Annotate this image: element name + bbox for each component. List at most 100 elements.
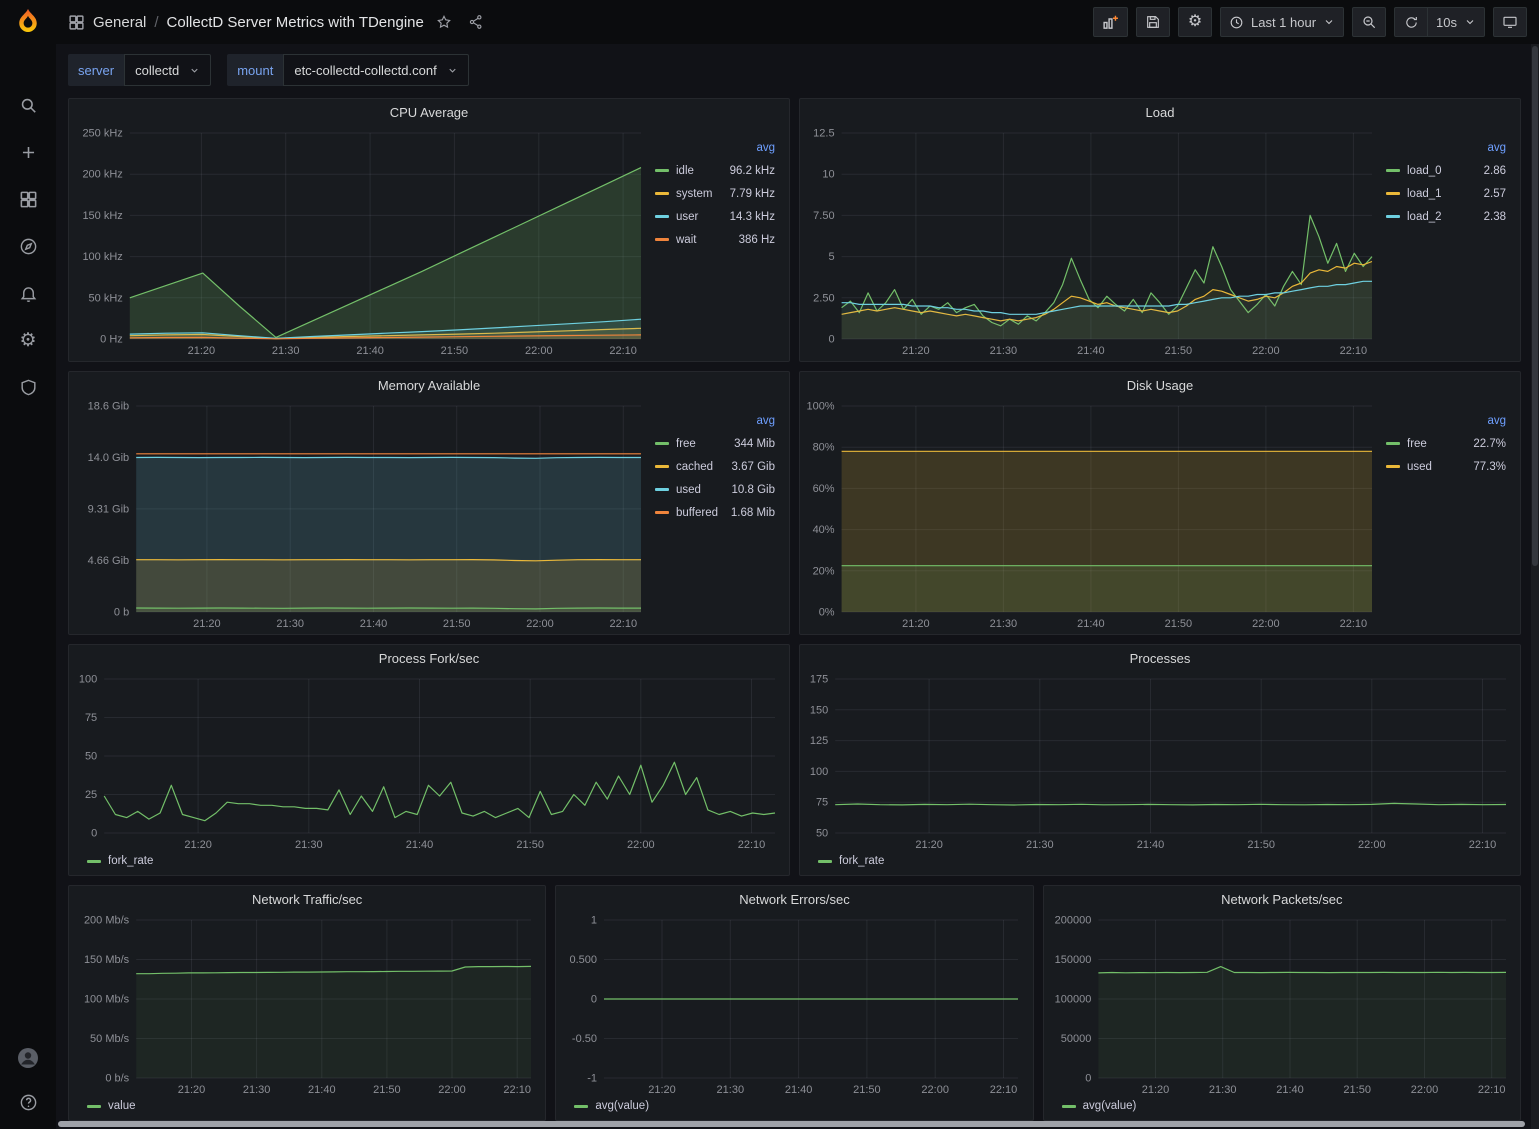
- series-name[interactable]: avg(value): [1083, 1100, 1137, 1112]
- series-name[interactable]: cached: [676, 461, 713, 473]
- series-name[interactable]: load_1: [1407, 188, 1442, 200]
- panel-title[interactable]: Load: [800, 99, 1520, 125]
- svg-text:40%: 40%: [813, 524, 835, 536]
- refresh-interval-dropdown[interactable]: 10s: [1428, 7, 1485, 37]
- svg-text:100000: 100000: [1054, 994, 1091, 1006]
- series-swatch: [818, 860, 832, 863]
- svg-text:21:20: 21:20: [178, 1084, 206, 1096]
- svg-text:21:30: 21:30: [717, 1084, 745, 1096]
- panel-title[interactable]: Network Traffic/sec: [69, 886, 545, 912]
- star-button[interactable]: [432, 10, 456, 34]
- user-avatar[interactable]: [12, 1045, 44, 1071]
- series-name[interactable]: user: [676, 211, 698, 223]
- chart-network-traffic[interactable]: 0 b/s50 Mb/s100 Mb/s150 Mb/s200 Mb/s21:2…: [73, 912, 537, 1098]
- legend-avg-header[interactable]: avg: [655, 137, 775, 159]
- panel-title[interactable]: Process Fork/sec: [69, 645, 789, 671]
- chart-network-packets[interactable]: 05000010000015000020000021:2021:3021:402…: [1048, 912, 1512, 1098]
- series-name[interactable]: load_0: [1407, 165, 1442, 177]
- svg-text:50: 50: [85, 751, 97, 763]
- refresh-button[interactable]: [1394, 7, 1428, 37]
- series-name[interactable]: load_2: [1407, 211, 1442, 223]
- svg-text:14.0 Gib: 14.0 Gib: [88, 452, 130, 464]
- panel-cpu-average: CPU Average 0 Hz50 kHz100 kHz150 kHz200 …: [68, 98, 790, 362]
- variable-value-mount[interactable]: etc-collectd-collectd.conf: [283, 54, 468, 86]
- sidebar-item-search[interactable]: [12, 92, 44, 118]
- panel-title[interactable]: CPU Average: [69, 99, 789, 125]
- panel-legend: avg free22.7% used77.3%: [1378, 398, 1512, 632]
- series-name[interactable]: idle: [676, 165, 694, 177]
- panel-process-fork: Process Fork/sec 025507510021:2021:3021:…: [68, 644, 790, 876]
- svg-text:22:00: 22:00: [1410, 1084, 1438, 1096]
- series-name[interactable]: fork_rate: [108, 855, 153, 867]
- sidebar-item-configuration[interactable]: ⚙: [12, 327, 44, 353]
- time-range-picker[interactable]: Last 1 hour: [1220, 7, 1344, 37]
- zoom-out-button[interactable]: [1352, 7, 1386, 37]
- series-name[interactable]: free: [676, 438, 696, 450]
- series-avg-value: 77.3%: [1473, 461, 1506, 473]
- variable-value-server[interactable]: collectd: [124, 54, 211, 86]
- svg-text:200 Mb/s: 200 Mb/s: [84, 915, 130, 927]
- svg-text:22:10: 22:10: [1469, 839, 1497, 851]
- panel-legend: value: [73, 1098, 537, 1118]
- cycle-view-button[interactable]: [1493, 7, 1527, 37]
- svg-text:21:50: 21:50: [1165, 618, 1193, 630]
- svg-text:21:40: 21:40: [1077, 618, 1105, 630]
- legend-item: free344 Mib: [655, 432, 775, 455]
- breadcrumb-folder[interactable]: General: [93, 14, 146, 31]
- chart-load[interactable]: 02.5057.501012.521:2021:3021:4021:5022:0…: [804, 125, 1378, 359]
- series-name[interactable]: wait: [676, 234, 696, 246]
- sidebar-item-server-admin[interactable]: [12, 374, 44, 400]
- series-name[interactable]: system: [676, 188, 712, 200]
- panel-title[interactable]: Disk Usage: [800, 372, 1520, 398]
- sidebar-item-create[interactable]: [12, 139, 44, 165]
- sidebar-item-alerting[interactable]: [12, 280, 44, 306]
- series-name[interactable]: buffered: [676, 507, 718, 519]
- svg-text:22:00: 22:00: [526, 618, 554, 630]
- save-dashboard-button[interactable]: [1136, 7, 1170, 37]
- panel-title[interactable]: Memory Available: [69, 372, 789, 398]
- svg-text:5: 5: [828, 251, 834, 263]
- series-name[interactable]: value: [108, 1100, 136, 1112]
- legend-item: used10.8 Gib: [655, 478, 775, 501]
- series-name[interactable]: free: [1407, 438, 1427, 450]
- sidebar-item-explore[interactable]: [12, 233, 44, 259]
- series-avg-value: 7.79 kHz: [730, 188, 775, 200]
- gear-icon: ⚙: [1188, 14, 1202, 30]
- panel-title[interactable]: Network Packets/sec: [1044, 886, 1520, 912]
- series-name[interactable]: used: [676, 484, 701, 496]
- series-swatch: [1062, 1105, 1076, 1108]
- svg-text:21:50: 21:50: [1165, 345, 1193, 357]
- series-swatch: [655, 215, 669, 218]
- series-name[interactable]: avg(value): [595, 1100, 649, 1112]
- add-panel-button[interactable]: [1093, 7, 1128, 37]
- svg-text:21:40: 21:40: [308, 1084, 336, 1096]
- chart-processes[interactable]: 507510012515017521:2021:3021:4021:5022:0…: [804, 671, 1512, 853]
- dashboard-settings-button[interactable]: ⚙: [1178, 7, 1212, 37]
- help-button[interactable]: [12, 1089, 44, 1115]
- chart-process-fork[interactable]: 025507510021:2021:3021:4021:5022:0022:10: [73, 671, 781, 853]
- chart-network-errors[interactable]: -1-0.5000.500121:2021:3021:4021:5022:002…: [560, 912, 1024, 1098]
- svg-text:200 kHz: 200 kHz: [82, 169, 122, 181]
- legend-avg-header[interactable]: avg: [655, 410, 775, 432]
- legend-item: used 77.3%: [1386, 455, 1506, 478]
- legend-item: buffered1.68 Mib: [655, 501, 775, 524]
- legend-avg-header[interactable]: avg: [1386, 137, 1506, 159]
- chart-memory-available[interactable]: 0 b4.66 Gib9.31 Gib14.0 Gib18.6 Gib21:20…: [73, 398, 647, 632]
- legend-avg-header[interactable]: avg: [1386, 410, 1506, 432]
- chart-disk-usage[interactable]: 0%20%40%60%80%100%21:2021:3021:4021:5022…: [804, 398, 1378, 632]
- svg-text:21:30: 21:30: [990, 345, 1018, 357]
- search-icon: [19, 96, 38, 115]
- svg-text:25: 25: [85, 789, 97, 801]
- vertical-scrollbar[interactable]: [1531, 44, 1539, 1129]
- grafana-logo[interactable]: [12, 6, 44, 38]
- svg-text:100 kHz: 100 kHz: [82, 251, 122, 263]
- horizontal-scrollbar-thumb[interactable]: [58, 1121, 1525, 1127]
- sidebar-item-dashboards[interactable]: [12, 186, 44, 212]
- panel-title[interactable]: Processes: [800, 645, 1520, 671]
- panel-title[interactable]: Network Errors/sec: [556, 886, 1032, 912]
- chart-cpu-average[interactable]: 0 Hz50 kHz100 kHz150 kHz200 kHz250 kHz21…: [73, 125, 647, 359]
- vertical-scrollbar-thumb[interactable]: [1532, 46, 1538, 566]
- share-button[interactable]: [464, 10, 488, 34]
- series-name[interactable]: fork_rate: [839, 855, 884, 867]
- series-name[interactable]: used: [1407, 461, 1432, 473]
